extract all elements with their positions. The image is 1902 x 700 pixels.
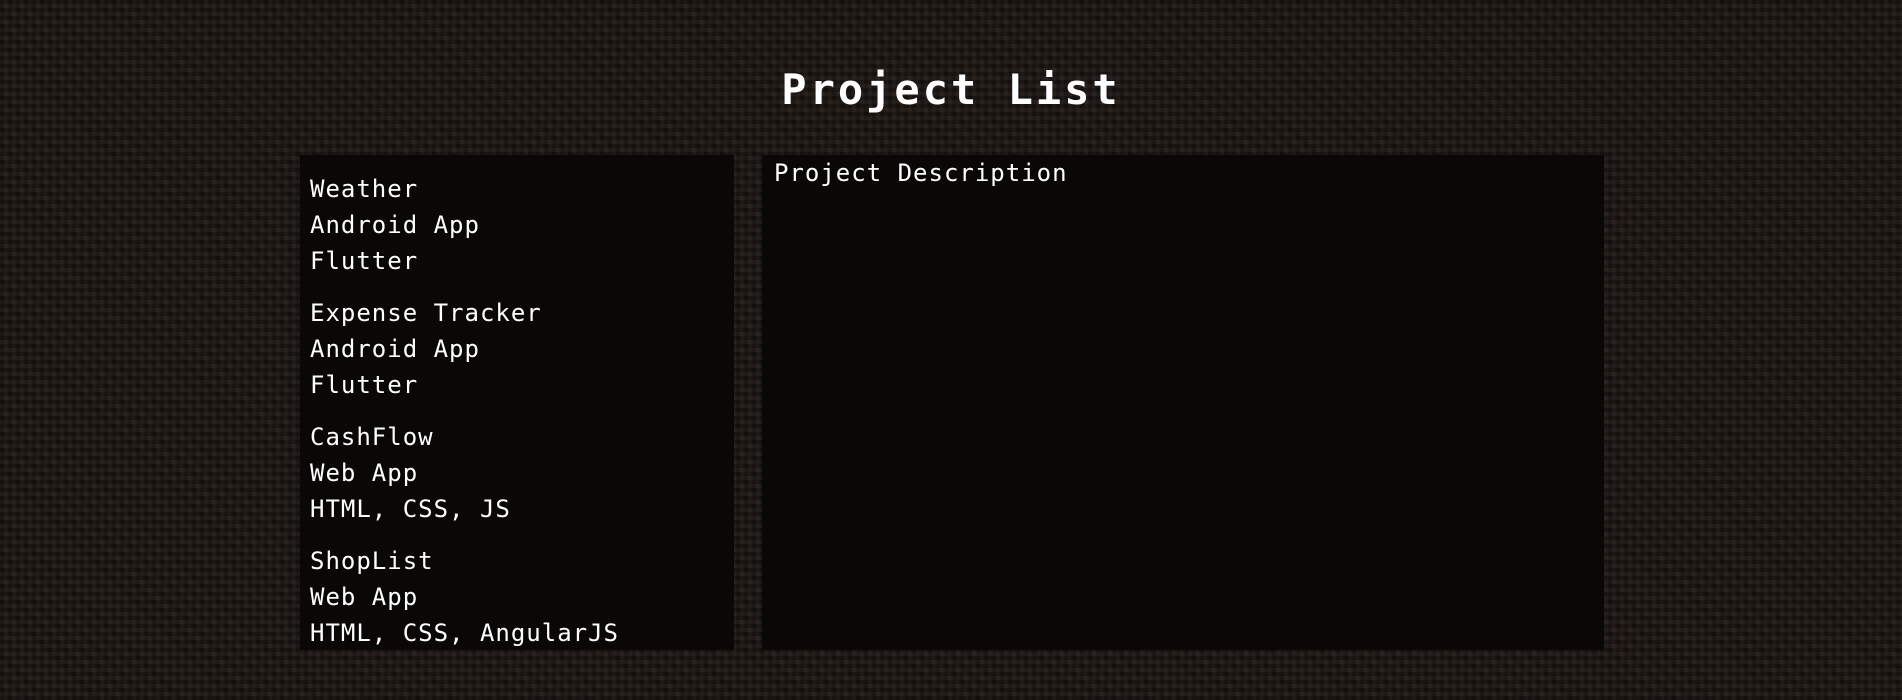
project-name: CashFlow xyxy=(310,423,434,451)
project-description-title: Project Description xyxy=(774,159,1068,187)
project-description-panel: Project Description xyxy=(762,155,1604,650)
page-title: Project List xyxy=(781,65,1121,114)
project-name: Weather xyxy=(310,175,419,203)
project-tech: HTML, CSS, AngularJS xyxy=(310,619,619,647)
project-type: Android App xyxy=(310,335,480,363)
project-item-shoplist[interactable]: ShopList Web App HTML, CSS, AngularJS xyxy=(310,543,724,651)
project-name: Expense Tracker xyxy=(310,299,542,327)
project-list: Weather Android App Flutter Expense Trac… xyxy=(300,155,734,650)
project-item-weather[interactable]: Weather Android App Flutter xyxy=(310,171,724,279)
project-tech: HTML, CSS, JS xyxy=(310,495,511,523)
project-item-cashflow[interactable]: CashFlow Web App HTML, CSS, JS xyxy=(310,419,724,527)
project-tech: Flutter xyxy=(310,371,419,399)
project-tech: Flutter xyxy=(310,247,419,275)
project-type: Web App xyxy=(310,583,419,611)
project-name: ShopList xyxy=(310,547,434,575)
project-type: Android App xyxy=(310,211,480,239)
project-type: Web App xyxy=(310,459,419,487)
project-item-expense-tracker[interactable]: Expense Tracker Android App Flutter xyxy=(310,295,724,403)
